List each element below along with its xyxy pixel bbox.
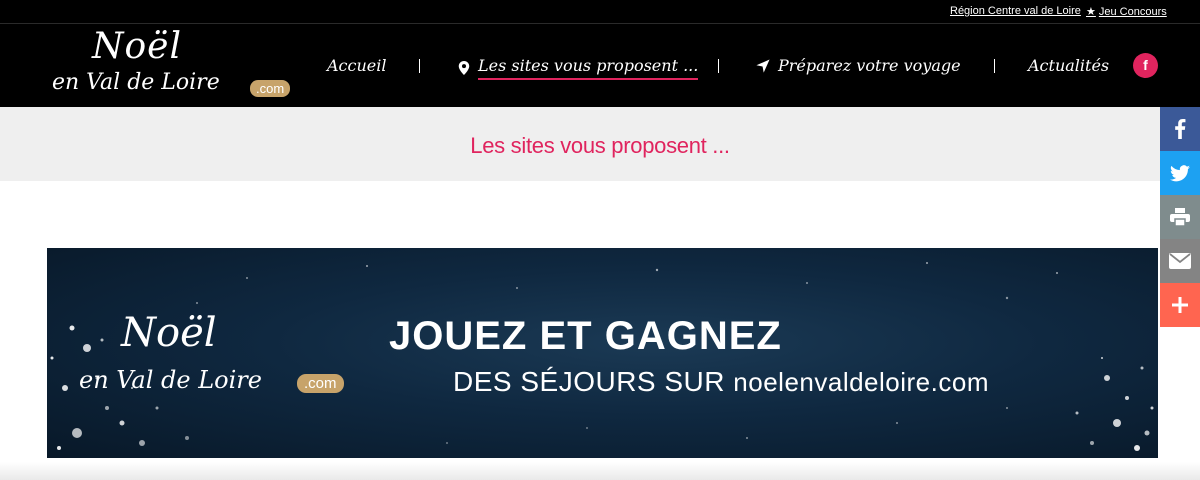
logo-noel-text: Noël (92, 26, 182, 67)
banner-logo-noel: Noël (121, 310, 217, 356)
nav-preparez-voyage-label: Préparez votre voyage (778, 56, 961, 75)
banner-url: noelenvaldeloire.com (733, 367, 989, 397)
nav-separator (994, 59, 995, 73)
nav-les-sites[interactable]: Les sites vous proposent ... (458, 56, 699, 80)
share-email-button[interactable] (1160, 239, 1200, 283)
jeu-concours-banner[interactable]: Noël en Val de Loire .com JOUEZ ET GAGNE… (47, 248, 1158, 458)
plus-icon (1172, 297, 1188, 313)
page-title: Les sites vous proposent ... (470, 133, 730, 158)
jeu-concours-label: Jeu Concours (1098, 5, 1167, 18)
share-more-button[interactable] (1160, 283, 1200, 327)
jeu-concours-link[interactable]: ★ Jeu Concours (1086, 5, 1167, 19)
facebook-icon (1175, 119, 1186, 139)
banner-subline: DES SÉJOURS SUR noelenvaldeloire.com (453, 366, 989, 398)
banner-logo-valloire: en Val de Loire (79, 366, 262, 394)
email-icon (1169, 253, 1191, 269)
twitter-icon (1170, 164, 1190, 181)
logo-dotcom-badge: .com (250, 80, 291, 97)
facebook-icon: f (1143, 57, 1148, 73)
page-title-band: Les sites vous proposent ... (0, 107, 1200, 181)
nav-actualites-label: Actualités (1028, 56, 1110, 75)
nav-actualites[interactable]: Actualités (1028, 56, 1109, 75)
nav-les-sites-label: Les sites vous proposent ... (478, 56, 699, 80)
bottom-shadow (0, 462, 1200, 480)
nav-separator (419, 59, 420, 73)
nav-separator (718, 59, 719, 73)
facebook-header-button[interactable]: f (1133, 53, 1158, 78)
banner-logo-dotcom: .com (297, 374, 344, 393)
share-print-button[interactable] (1160, 195, 1200, 239)
main-header: Noël en Val de Loire .com Accueil Les si… (0, 24, 1200, 107)
print-icon (1170, 208, 1190, 226)
map-pin-icon (458, 61, 470, 75)
nav-preparez-voyage[interactable]: Préparez votre voyage (756, 56, 961, 75)
share-sidebar (1160, 107, 1200, 327)
top-utility-bar: Région Centre val de Loire ★ Jeu Concour… (0, 0, 1200, 24)
site-logo[interactable]: Noël en Val de Loire .com (52, 26, 302, 102)
logo-valloire-text: en Val de Loire (52, 70, 220, 95)
share-facebook-button[interactable] (1160, 107, 1200, 151)
nav-accueil[interactable]: Accueil (327, 56, 386, 75)
share-twitter-button[interactable] (1160, 151, 1200, 195)
region-centre-link[interactable]: Région Centre val de Loire (950, 5, 1081, 17)
nav-accueil-label: Accueil (327, 56, 387, 75)
banner-subline-text: DES SÉJOURS SUR (453, 366, 725, 397)
star-icon: ★ (1086, 6, 1096, 18)
location-arrow-icon (756, 58, 770, 73)
banner-headline: JOUEZ ET GAGNEZ (389, 314, 782, 358)
